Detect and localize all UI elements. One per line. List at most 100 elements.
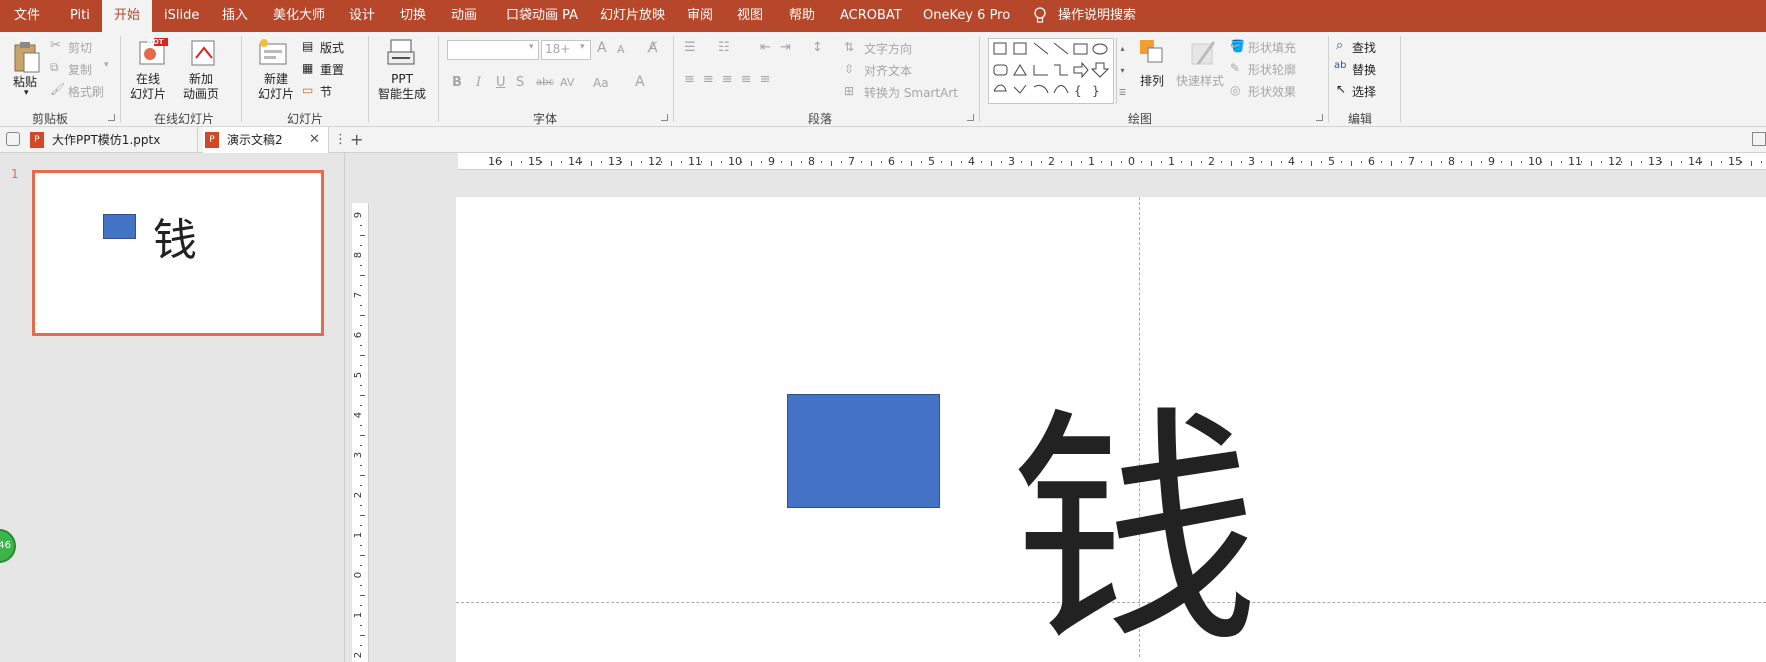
align-buttons[interactable]: ≡≡≡≡≡ [684,72,778,87]
shapes-gallery-scroll[interactable]: ▴ ▾ ☰ [1116,38,1128,104]
ruler-minor-tick [901,161,902,163]
decrease-indent-icon[interactable]: ⇤ [760,40,771,55]
menu-acrobat[interactable]: ACROBAT [840,0,902,32]
format-painter-icon: 🖌 [50,82,66,96]
layout-button[interactable]: 版式 [320,39,344,56]
underline-button[interactable]: U [496,75,506,90]
clipboard-launcher-icon[interactable] [108,114,115,121]
increase-indent-icon[interactable]: ⇥ [780,40,791,55]
ruler-minor-tick [1551,161,1552,166]
tab-bar-toggle-icon[interactable] [1752,132,1766,146]
document-tab-bar: P 大作PPT模仿1.pptx P 演示文稿2 ✕ ⋮ + [0,127,1766,153]
ruler-tick-label: 8 [353,251,365,259]
shape-effects-icon: ◎ [1230,83,1241,97]
slide-rectangle[interactable] [787,394,940,508]
drawing-launcher-icon[interactable] [1316,114,1323,121]
menu-review[interactable]: 审阅 [687,0,713,32]
ruler-tick-label: 4 [1288,155,1295,168]
grow-font-button[interactable]: A [597,40,607,56]
ruler-minor-tick [591,161,592,166]
convert-smartart-button[interactable]: 转换为 SmartArt [864,84,958,101]
svg-text:}: } [1092,84,1100,98]
arrange-button[interactable]: 排列 [1140,72,1164,89]
ruler-tick-label: 1 [1088,155,1095,168]
close-tab-icon[interactable]: ✕ [309,127,320,153]
ruler-minor-tick [791,161,792,166]
select-button[interactable]: 选择 [1352,83,1376,100]
new-tab-icon[interactable]: + [350,127,363,153]
copy-dropdown-icon[interactable]: ▾ [104,60,109,70]
copy-button[interactable]: 复制 [68,61,92,78]
shape-fill-button[interactable]: 形状填充 [1248,39,1296,56]
new-slide-button[interactable]: 新建 幻灯片 [258,72,294,102]
slide-thumbnail-1[interactable]: 钱 [32,170,324,336]
menu-file[interactable]: 文件 [14,0,40,32]
cut-button[interactable]: 剪切 [68,39,92,56]
font-color-button[interactable]: A [635,74,645,90]
shadow-button[interactable]: S [516,75,524,90]
change-case-button[interactable]: Aa [593,76,609,90]
menu-home[interactable]: 开始 [102,0,153,32]
paragraph-launcher-icon[interactable] [967,114,974,121]
menu-design[interactable]: 设计 [349,0,375,32]
section-button[interactable]: 节 [320,83,332,100]
quick-styles-button[interactable]: 快速样式 [1176,72,1224,89]
font-size-dropdown-icon[interactable]: ▾ [580,42,585,52]
menu-view[interactable]: 视图 [737,0,763,32]
format-painter-button[interactable]: 格式刷 [68,83,104,100]
char-spacing-button[interactable]: AV [560,76,574,89]
find-button[interactable]: 查找 [1352,39,1376,56]
ruler-minor-tick [601,161,602,163]
new-animation-page-button[interactable]: 新加 动画页 [183,72,219,102]
slide-text[interactable]: 钱 [1010,407,1260,657]
menu-piti[interactable]: Piti [70,0,90,32]
shape-effects-button[interactable]: 形状效果 [1248,83,1296,100]
numbering-icon[interactable]: ☷ [718,40,730,55]
ruler-tick-label: 6 [888,155,895,168]
menu-onekey[interactable]: OneKey 6 Pro [923,0,1010,32]
shape-outline-button[interactable]: 形状轮廓 [1248,61,1296,78]
menu-beautify-master[interactable]: 美化大师 [273,0,325,32]
font-name-dropdown-icon[interactable]: ▾ [529,42,534,52]
tab-document-1[interactable]: P 大作PPT模仿1.pptx [28,127,198,153]
menu-transitions[interactable]: 切换 [400,0,426,32]
menu-pocket-animation[interactable]: 口袋动画 PA [506,0,578,32]
menu-insert[interactable]: 插入 [222,0,248,32]
paste-dropdown-icon[interactable]: ▾ [24,88,29,98]
ruler-minor-tick [1711,161,1712,166]
menu-islide[interactable]: iSlide [164,0,199,32]
tab-document-2[interactable]: P 演示文稿2 ✕ [203,127,329,153]
ruler-minor-tick [1701,161,1702,163]
tab-list-icon[interactable] [6,132,20,146]
replace-button[interactable]: 替换 [1352,61,1376,78]
bullets-icon[interactable]: ☰ [684,40,696,55]
font-launcher-icon[interactable] [661,114,668,121]
menu-animations[interactable]: 动画 [451,0,477,32]
ppt-ai-generate-button[interactable]: PPT 智能生成 [378,72,426,102]
shrink-font-button[interactable]: A [617,43,625,56]
reset-button[interactable]: 重置 [320,61,344,78]
floating-badge[interactable]: 46 [0,529,16,563]
ruler-minor-tick [1591,161,1592,166]
online-slides-button[interactable]: 在线 幻灯片 [130,72,166,102]
find-icon: ⌕ [1336,38,1344,53]
bold-button[interactable]: B [452,75,462,90]
tab-more-icon[interactable]: ⋮ [334,127,347,153]
tell-me-search[interactable]: 操作说明搜索 [1058,0,1136,32]
menu-slideshow[interactable]: 幻灯片放映 [600,0,665,32]
ruler-minor-tick [1381,161,1382,163]
ruler-minor-tick [671,161,672,166]
text-direction-button[interactable]: 文字方向 [864,40,912,57]
ruler-tick-label: 8 [808,155,815,168]
font-name-input[interactable] [447,40,539,60]
align-text-button[interactable]: 对齐文本 [864,62,912,79]
ruler-minor-tick [501,161,502,163]
ruler-minor-tick [1441,161,1442,163]
strikethrough-button[interactable]: abc [536,77,554,88]
italic-button[interactable]: I [476,75,481,90]
ruler-tick-label: 3 [353,451,365,459]
menu-help[interactable]: 帮助 [789,0,815,32]
clear-format-icon[interactable]: A̸ [648,40,658,56]
slide-canvas[interactable]: 钱 [456,197,1766,662]
line-spacing-icon[interactable]: ↕ [812,40,823,55]
